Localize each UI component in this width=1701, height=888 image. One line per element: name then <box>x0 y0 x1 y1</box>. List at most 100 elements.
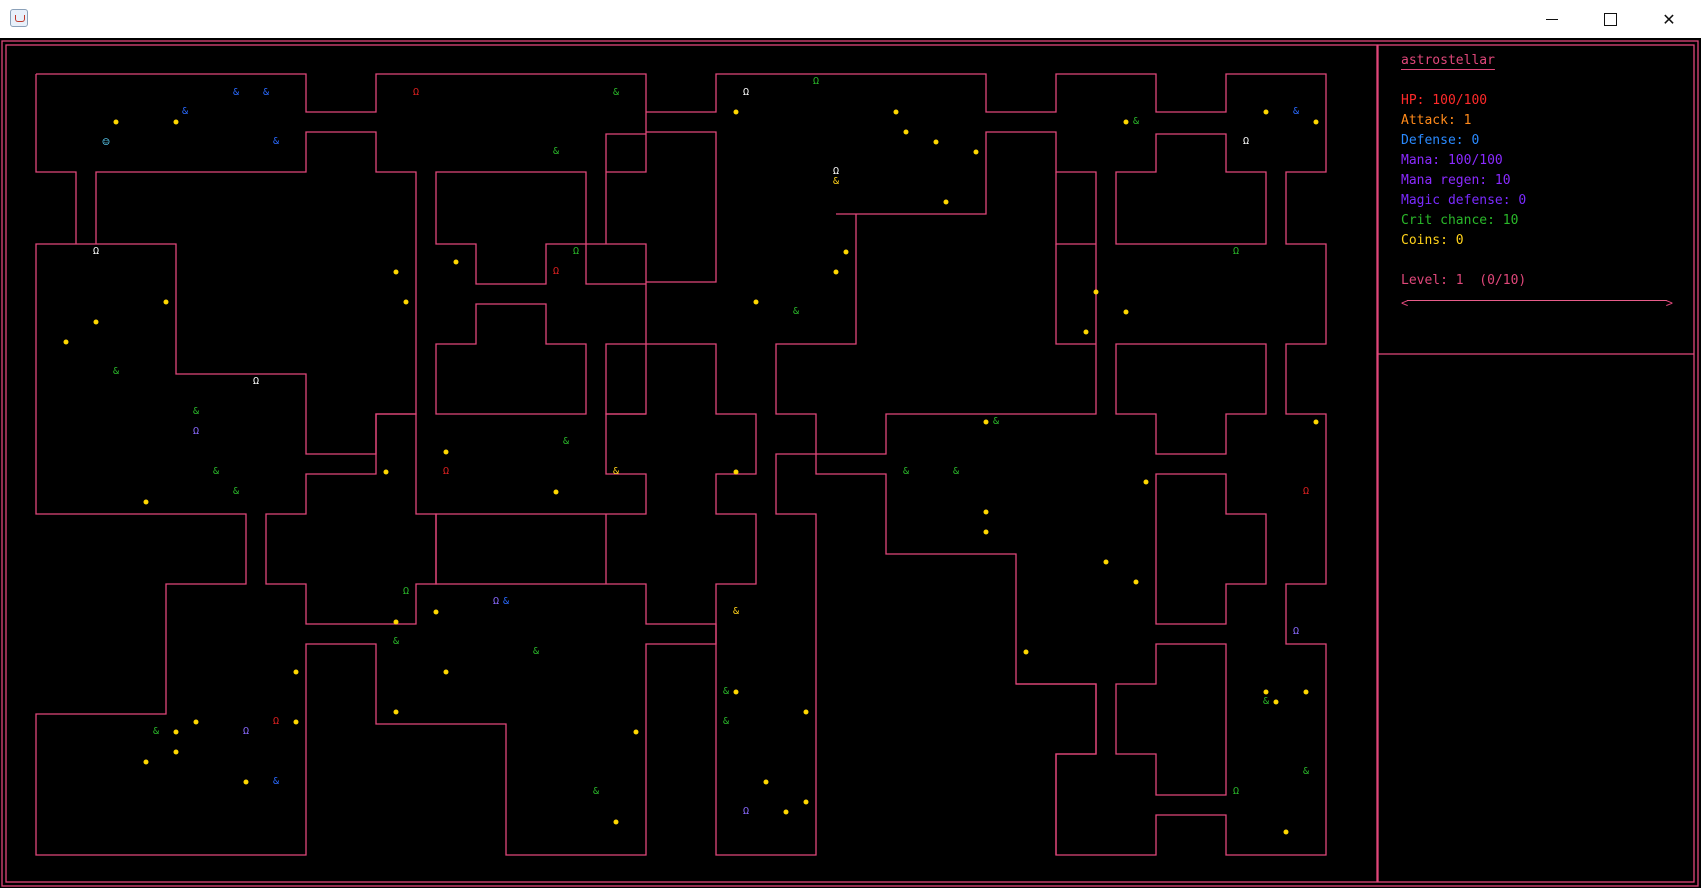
coin <box>1123 309 1129 315</box>
stat-mana-regen: Mana regen: 10 <box>1401 173 1511 188</box>
coin <box>1283 829 1289 835</box>
coin <box>983 419 989 425</box>
stat-coins: Coins: 0 <box>1401 233 1464 248</box>
coin <box>833 269 839 275</box>
monster-ampersand: & <box>232 87 240 98</box>
coin <box>613 819 619 825</box>
monster-ampersand: & <box>272 776 280 787</box>
monster-omega: Ω <box>812 76 820 87</box>
coin <box>1143 479 1149 485</box>
coin <box>453 259 459 265</box>
monster-omega: Ω <box>1292 626 1300 637</box>
xp-progress-bar: < > <box>1401 293 1673 310</box>
xp-bar-track <box>1407 300 1667 301</box>
close-icon: ✕ <box>1662 9 1676 29</box>
room-wall <box>1115 343 1267 455</box>
close-button[interactable]: ✕ <box>1640 0 1698 38</box>
coin <box>633 729 639 735</box>
monster-omega: Ω <box>272 716 280 727</box>
player-character: ☺ <box>102 135 110 149</box>
room-wall <box>1055 172 1096 245</box>
minimize-button[interactable] <box>1523 0 1581 38</box>
coin <box>293 669 299 675</box>
coin <box>753 299 759 305</box>
coin <box>1313 119 1319 125</box>
monster-omega: Ω <box>192 426 200 437</box>
coin <box>243 779 249 785</box>
coin <box>893 109 899 115</box>
level-text: Level: 1 (0/10) <box>1401 273 1527 288</box>
monster-omega: Ω <box>1232 246 1240 257</box>
coin <box>943 199 949 205</box>
coin <box>143 759 149 765</box>
coin <box>433 609 439 615</box>
player-name: astrostellar <box>1401 53 1495 68</box>
monster-ampersand: & <box>272 136 280 147</box>
coin <box>733 109 739 115</box>
stats-panel: astrostellar HP: 100/100 Attack: 1 Defen… <box>1401 51 1673 310</box>
monster-ampersand: & <box>1262 696 1270 707</box>
stat-hp: HP: 100/100 <box>1401 93 1488 108</box>
monster-ampersand: & <box>502 596 510 607</box>
monster-ampersand: & <box>392 636 400 647</box>
monster-omega: Ω <box>552 266 560 277</box>
monster-omega: Ω <box>1302 486 1310 497</box>
coin <box>1123 119 1129 125</box>
monster-omega: Ω <box>742 806 750 817</box>
monster-omega: Ω <box>252 376 260 387</box>
stat-attack: Attack: 1 <box>1401 113 1472 128</box>
monster-ampersand: & <box>732 606 740 617</box>
stat-crit-chance: Crit chance: 10 <box>1401 213 1519 228</box>
coin <box>173 119 179 125</box>
coin <box>173 729 179 735</box>
monster-ampersand: & <box>532 646 540 657</box>
monster-omega: Ω <box>242 726 250 737</box>
room-wall <box>265 413 437 625</box>
coin <box>1083 329 1089 335</box>
room-wall <box>435 303 587 415</box>
monster-ampersand: & <box>832 176 840 187</box>
maximize-button[interactable] <box>1581 0 1639 38</box>
monster-omega: Ω <box>412 87 420 98</box>
game-canvas[interactable]: & & & & Ω & Ω Ω & Ω & & & Ω Ω Ω Ω Ω & & Ω & Ω & & & Ω & & & & Ω Ω Ω & & & & Ω &… <box>0 38 1701 888</box>
xp-bar-right: > <box>1665 296 1673 310</box>
coin <box>733 469 739 475</box>
coin <box>1103 559 1109 565</box>
coin <box>553 489 559 495</box>
monster-ampersand: & <box>192 406 200 417</box>
coin <box>973 149 979 155</box>
coin <box>1313 419 1319 425</box>
monster-omega: Ω <box>492 596 500 607</box>
coin <box>1133 579 1139 585</box>
stat-defense: Defense: 0 <box>1401 133 1480 148</box>
coin <box>393 269 399 275</box>
monster-ampersand: & <box>722 686 730 697</box>
monster-ampersand: & <box>612 87 620 98</box>
coin <box>983 509 989 515</box>
coin <box>983 529 989 535</box>
coin <box>803 799 809 805</box>
room-wall <box>1115 643 1227 796</box>
java-cup-icon <box>10 9 28 27</box>
coin <box>933 139 939 145</box>
monster-ampersand: & <box>232 486 240 497</box>
coin <box>403 299 409 305</box>
room-wall <box>1155 473 1267 625</box>
coin <box>1023 649 1029 655</box>
room-wall <box>36 73 1327 856</box>
coin <box>783 809 789 815</box>
stat-mana: Mana: 100/100 <box>1401 153 1503 168</box>
coin <box>293 719 299 725</box>
coin <box>173 749 179 755</box>
monster-ampersand: & <box>992 416 1000 427</box>
monster-ampersand: & <box>1302 766 1310 777</box>
monster-ampersand: & <box>212 466 220 477</box>
monster-omega: Ω <box>442 466 450 477</box>
coin <box>63 339 69 345</box>
room-wall <box>1115 133 1267 245</box>
monster-ampersand: & <box>1132 116 1140 127</box>
coin <box>143 499 149 505</box>
monster-omega: Ω <box>92 246 100 257</box>
coin <box>443 449 449 455</box>
coin <box>383 469 389 475</box>
